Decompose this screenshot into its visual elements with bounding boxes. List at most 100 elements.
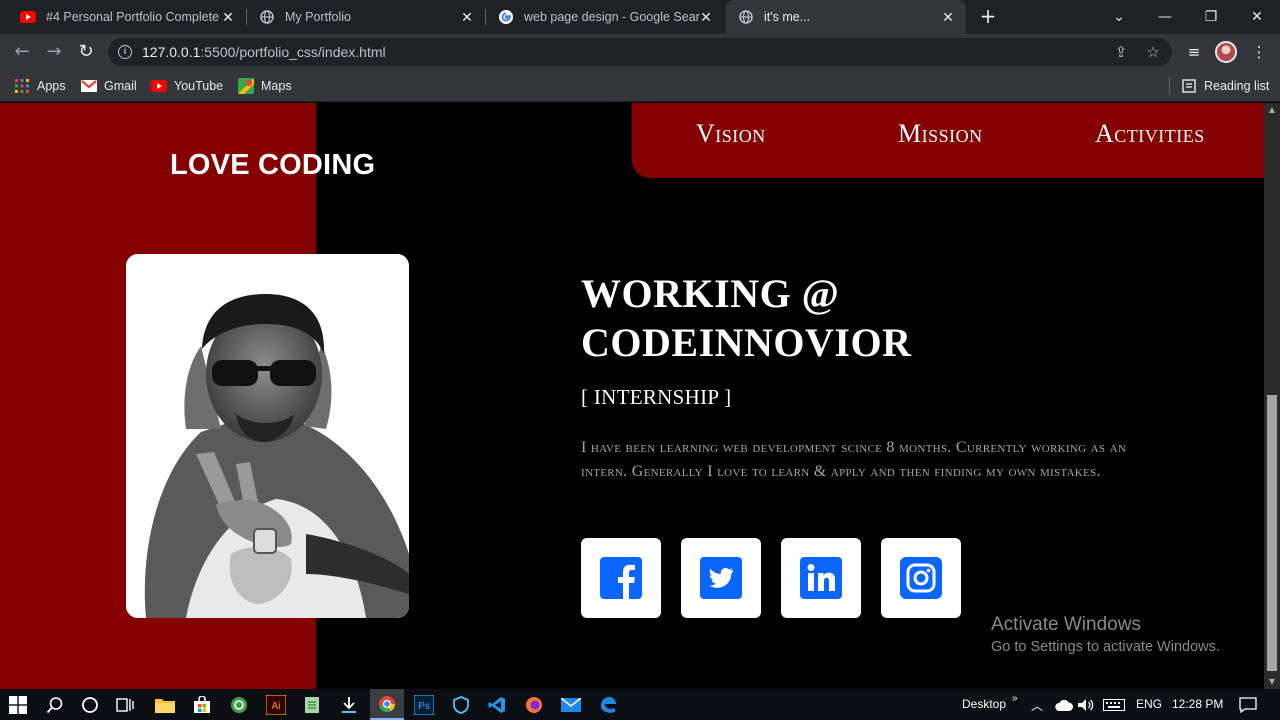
onedrive-icon[interactable]	[1052, 693, 1076, 717]
scroll-down-icon[interactable]: ▼	[1264, 675, 1280, 689]
tab-title: #4 Personal Portfolio Complete W	[46, 10, 222, 24]
close-icon[interactable]: ✕	[220, 9, 236, 25]
close-icon[interactable]: ✕	[940, 9, 956, 25]
tab-strip: #4 Personal Portfolio Complete W ✕ My Po…	[0, 0, 1280, 34]
avatar[interactable]	[1215, 41, 1237, 63]
page-scrollbar[interactable]: ▲ ▼	[1264, 103, 1280, 689]
youtube-icon	[20, 9, 36, 25]
reading-list-icon	[1181, 78, 1197, 94]
security-shield-icon[interactable]	[449, 693, 473, 717]
bookmark-apps[interactable]: Apps	[14, 76, 66, 96]
brand-logo[interactable]: LOVE CODING	[170, 149, 375, 182]
notepad-icon[interactable]	[300, 693, 324, 717]
linkedin-icon	[800, 557, 842, 599]
chevron-up-icon[interactable]: ︿	[1031, 697, 1043, 714]
tab-active[interactable]: it's me... ✕	[726, 0, 966, 34]
firefox-icon[interactable]	[522, 693, 546, 717]
facebook-button[interactable]	[581, 538, 661, 618]
language-indicator[interactable]: ENG	[1136, 697, 1162, 711]
clock[interactable]: 12:28 PM	[1172, 697, 1223, 711]
top-nav: Vision Mission Activities	[632, 103, 1264, 178]
profile-photo	[126, 254, 409, 618]
notifications-icon[interactable]	[1236, 693, 1260, 717]
tab-youtube[interactable]: #4 Personal Portfolio Complete W ✕	[8, 0, 246, 34]
download-manager-icon[interactable]	[337, 693, 361, 717]
svg-text:Ai: Ai	[272, 701, 281, 712]
keyboard-icon[interactable]	[1102, 693, 1126, 717]
activate-windows-subtitle: Go to Settings to activate Windows.	[991, 639, 1220, 655]
twitter-button[interactable]	[681, 538, 761, 618]
search-icon[interactable]	[43, 693, 67, 717]
nav-activities[interactable]: Activities	[1095, 119, 1205, 149]
minimize-button[interactable]: —	[1142, 0, 1188, 34]
tab-my-portfolio[interactable]: My Portfolio ✕	[247, 0, 485, 34]
twitter-icon	[700, 557, 742, 599]
bookmark-youtube[interactable]: YouTube	[151, 76, 223, 96]
scroll-up-icon[interactable]: ▲	[1264, 103, 1280, 117]
store-icon[interactable]	[190, 693, 214, 717]
address-bar[interactable]: i 127.0.0.1:5500/portfolio_css/index.htm…	[108, 38, 1172, 66]
menu-icon[interactable]: ⋮	[1249, 42, 1269, 62]
edge-icon[interactable]	[596, 693, 620, 717]
back-button[interactable]: ←	[10, 40, 34, 64]
tab-search-icon[interactable]: ⌄	[1096, 0, 1142, 34]
url-text[interactable]: 127.0.0.1:5500/portfolio_css/index.html	[142, 44, 386, 60]
new-tab-button[interactable]: +	[977, 5, 999, 27]
reading-mode-icon[interactable]: ≡	[1184, 42, 1204, 62]
photoshop-icon[interactable]: Ps	[412, 693, 436, 717]
gmail-icon	[81, 78, 97, 94]
profile-photo-illustration	[126, 254, 409, 618]
info-icon[interactable]: i	[118, 45, 132, 59]
tab-title: it's me...	[764, 10, 811, 24]
bookmark-gmail[interactable]: Gmail	[81, 76, 137, 96]
bookmark-star-icon[interactable]: ☆	[1144, 43, 1162, 61]
reading-list-button[interactable]: Reading list	[1181, 76, 1269, 96]
browser-toolbar: ← → ↻ i 127.0.0.1:5500/portfolio_css/ind…	[0, 34, 1280, 70]
bookmark-label: YouTube	[174, 79, 224, 93]
headline: WORKING @ CODEINNOVIOR	[581, 269, 911, 367]
mail-icon[interactable]	[559, 693, 583, 717]
toolbar-expand-icon[interactable]: »	[1012, 693, 1018, 704]
bookmarks-bar: Apps Gmail YouTube Maps Reading list	[0, 70, 1280, 102]
reload-button[interactable]: ↻	[74, 40, 98, 64]
tab-google-search[interactable]: web page design - Google Search ✕	[486, 0, 724, 34]
portfolio-page: LOVE CODING Vision Mission Activities WO…	[0, 103, 1264, 689]
subtitle: [ INTERNSHIP ]	[581, 385, 732, 409]
scroll-thumb[interactable]	[1267, 395, 1277, 671]
globe-icon	[738, 9, 754, 25]
close-icon[interactable]: ✕	[459, 9, 475, 25]
tab-title: web page design - Google Search	[524, 10, 700, 24]
windows-start-icon[interactable]	[6, 693, 30, 717]
cortana-icon[interactable]	[78, 693, 102, 717]
instagram-icon	[900, 557, 942, 599]
youtube-icon	[151, 78, 167, 94]
bio-text: I have been learning web development sci…	[581, 439, 1127, 480]
linkedin-button[interactable]	[781, 538, 861, 618]
vscode-icon[interactable]	[485, 693, 509, 717]
bookmark-label: Maps	[261, 79, 292, 93]
app-green-icon[interactable]	[227, 693, 251, 717]
illustrator-icon[interactable]: Ai	[264, 693, 288, 717]
instagram-button[interactable]	[881, 538, 961, 618]
restore-button[interactable]: ❐	[1188, 0, 1234, 34]
close-icon[interactable]: ✕	[698, 9, 714, 25]
volume-icon[interactable]	[1074, 693, 1098, 717]
windows-taskbar: Ai Ps Desktop » ︿ ENG 12:28 PM	[0, 689, 1280, 720]
google-icon	[498, 9, 514, 25]
chrome-taskbar-icon[interactable]	[370, 689, 404, 720]
file-explorer-icon[interactable]	[153, 693, 177, 717]
bookmark-maps[interactable]: Maps	[238, 76, 292, 96]
nav-vision[interactable]: Vision	[696, 119, 766, 149]
tab-title: My Portfolio	[285, 10, 351, 24]
task-view-icon[interactable]	[113, 693, 137, 717]
facebook-icon	[600, 557, 642, 599]
maps-icon	[238, 78, 254, 94]
desktop-toolbar-label[interactable]: Desktop	[962, 697, 1006, 711]
headline-line-2: CODEINNOVIOR	[581, 320, 912, 365]
window-close-button[interactable]: ✕	[1234, 0, 1280, 34]
share-icon[interactable]: ⇪	[1112, 43, 1130, 61]
bookmark-label: Gmail	[104, 79, 137, 93]
bookmark-label: Apps	[37, 79, 66, 93]
forward-button[interactable]: →	[42, 40, 66, 64]
nav-mission[interactable]: Mission	[898, 119, 983, 149]
